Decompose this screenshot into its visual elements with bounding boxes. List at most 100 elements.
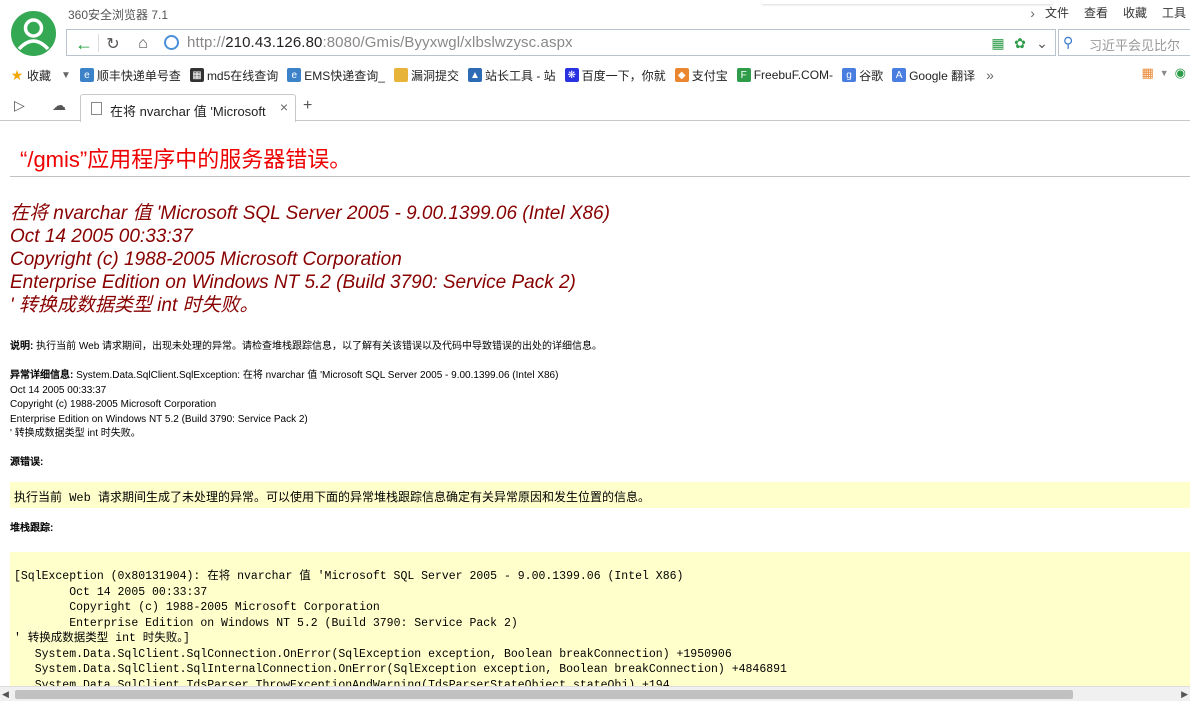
document-icon	[91, 102, 102, 115]
exception-line: System.Data.SqlClient.SqlException: 在将 n…	[73, 370, 559, 381]
error-message: 在将 nvarchar 值 'Microsoft SQL Server 2005…	[10, 202, 610, 317]
tab-title: 在将 nvarchar 值 'Microsoft SQL	[110, 104, 270, 119]
new-tab-icon[interactable]: +	[303, 97, 312, 115]
chevron-down-icon[interactable]: ⌄	[1033, 34, 1051, 52]
search-icon: ⚲	[1063, 34, 1074, 50]
page-title: “/gmis”应用程序中的服务器错误。	[20, 147, 352, 172]
cloud-icon[interactable]: ☁	[52, 97, 66, 114]
bookmark-item[interactable]: ▦ md5在线查询	[189, 67, 279, 84]
bookmark-label: 支付宝	[691, 68, 728, 83]
scroll-left-icon[interactable]: ◀	[2, 689, 9, 700]
top-menu: › 文件 查看 收藏 工具	[1030, 4, 1190, 21]
address-bar[interactable]: ← ↻ ⌂ http://210.43.126.80:8080/Gmis/Byy…	[66, 29, 1056, 56]
description-label: 说明:	[10, 341, 34, 352]
source-error-box: 执行当前 Web 请求期间生成了未处理的异常。可以使用下面的异常堆栈跟踪信息确定…	[10, 482, 1190, 508]
bookmark-item[interactable]: 漏洞提交	[393, 67, 459, 84]
exception-details: 异常详细信息: System.Data.SqlClient.SqlExcepti…	[10, 369, 558, 442]
search-placeholder: 习近平会见比尔	[1089, 38, 1181, 53]
scrollbar-thumb[interactable]	[15, 690, 1073, 699]
source-error-heading: 源错误:	[10, 457, 44, 468]
browser-logo-icon	[9, 9, 58, 58]
bookmark-label: 顺丰快递单号查	[96, 68, 181, 83]
menu-tools[interactable]: 工具	[1162, 4, 1186, 21]
folder-icon	[393, 68, 408, 82]
stack-trace-box: [SqlException (0x80131904): 在将 nvarchar …	[10, 552, 1190, 686]
description: 说明: 执行当前 Web 请求期间，出现未处理的异常。请检查堆栈跟踪信息，以了解…	[10, 340, 602, 355]
sidebar-toggle-icon[interactable]: ▷	[14, 97, 25, 114]
url-scheme: http://	[187, 34, 226, 51]
bookmark-item[interactable]: g 谷歌	[842, 67, 883, 84]
star-icon: ★	[10, 66, 24, 83]
bookmark-label: 百度一下，你就	[581, 68, 666, 83]
menu-file[interactable]: 文件	[1045, 4, 1069, 21]
exception-line: ' 转换成数据类型 int 时失败。	[10, 428, 141, 439]
menu-favorites[interactable]: 收藏	[1123, 4, 1147, 21]
back-arrow-icon[interactable]: ←	[70, 33, 98, 55]
bookmark-item[interactable]: e 顺丰快递单号查	[79, 67, 181, 84]
user-icon[interactable]: ◉	[1175, 65, 1186, 81]
bookmarks-bar: ★ 收藏 ▼ e 顺丰快递单号查 ▦ md5在线查询 e EMS快递查询_ 漏洞提交 …	[0, 62, 1190, 88]
apps-grid-icon[interactable]: ▦	[1141, 65, 1153, 81]
bookmark-icon: e	[287, 68, 302, 82]
bookmark-item[interactable]: e EMS快递查询_	[287, 67, 385, 84]
url-host: 210.43.126.80	[225, 34, 323, 51]
search-box[interactable]: ⚲ 习近平会见比尔	[1058, 29, 1190, 56]
window-shadow	[762, 0, 1052, 4]
error-line: 在将 nvarchar 值 'Microsoft SQL Server 2005…	[10, 203, 610, 224]
bookmark-icon: ◆	[674, 68, 689, 82]
horizontal-scrollbar[interactable]: ◀ ▶	[0, 686, 1190, 701]
favorites-button[interactable]: ★ 收藏 ▼	[10, 67, 71, 84]
bookmark-icon: F	[736, 68, 751, 82]
stack-trace-text: [SqlException (0x80131904): 在将 nvarchar …	[14, 570, 787, 686]
bookmark-label: md5在线查询	[206, 68, 279, 83]
bookmark-label: FreebuF.COM-	[753, 68, 834, 82]
baidu-icon: ❋	[564, 68, 579, 82]
qr-code-icon[interactable]: ▦	[989, 34, 1007, 52]
address-icons: ▦ ✿ ⌄	[989, 34, 1051, 52]
chevron-right-icon[interactable]: ›	[1030, 5, 1035, 21]
exception-line: Oct 14 2005 00:33:37	[10, 384, 107, 396]
error-line: Oct 14 2005 00:33:37	[10, 226, 193, 247]
caret-down-icon[interactable]: ▼	[1160, 68, 1169, 78]
tab-active[interactable]: 在将 nvarchar 值 'Microsoft SQL ×	[80, 94, 296, 122]
error-line: ' 转换成数据类型 int 时失败。	[10, 295, 259, 316]
exception-label: 异常详细信息:	[10, 370, 74, 381]
tab-bar: ▷ ☁ 在将 nvarchar 值 'Microsoft SQL × +	[0, 91, 1190, 122]
speed-mode-icon[interactable]: ✿	[1011, 34, 1029, 52]
bookmark-label: Google 翻译	[909, 68, 976, 83]
bookmark-label: 谷歌	[859, 68, 884, 83]
bookmark-item[interactable]: ◆ 支付宝	[674, 67, 728, 84]
url-rest: :8080/Gmis/Byyxwgl/xlbslwzysc.aspx	[322, 34, 573, 51]
bookmark-icon: ▲	[468, 68, 482, 82]
page-content: “/gmis”应用程序中的服务器错误。 在将 nvarchar 值 'Micro…	[0, 122, 1190, 686]
bookmark-item[interactable]: ❋ 百度一下，你就	[564, 67, 666, 84]
bookmark-tools: ▦ ▼ ◉	[1141, 65, 1186, 81]
stack-trace-label: 堆栈跟踪:	[10, 522, 53, 537]
description-text: 执行当前 Web 请求期间，出现未处理的异常。请检查堆栈跟踪信息，以了解有关该错…	[33, 341, 603, 352]
exception-line: Copyright (c) 1988-2005 Microsoft Corpor…	[10, 399, 217, 410]
caret-down-icon: ▼	[61, 69, 71, 81]
error-line: Copyright (c) 1988-2005 Microsoft Corpor…	[10, 249, 402, 270]
url-text[interactable]: http://210.43.126.80:8080/Gmis/Byyxwgl/x…	[187, 34, 573, 51]
globe-icon	[164, 35, 179, 50]
menu-view[interactable]: 查看	[1084, 4, 1108, 21]
refresh-icon[interactable]: ↻	[99, 33, 127, 55]
bookmark-label: 站长工具 - 站	[485, 68, 556, 83]
bookmark-item[interactable]: F FreebuF.COM-	[736, 68, 834, 82]
source-error-text: 执行当前 Web 请求期间生成了未处理的异常。可以使用下面的异常堆栈跟踪信息确定…	[14, 491, 651, 505]
google-icon: g	[842, 68, 857, 82]
bookmark-icon: e	[79, 68, 94, 82]
home-icon[interactable]: ⌂	[129, 33, 157, 55]
app-title: 360安全浏览器 7.1	[68, 8, 169, 22]
close-icon[interactable]: ×	[280, 99, 288, 115]
bookmark-item[interactable]: ▲ 站长工具 - 站	[468, 67, 556, 84]
bookmark-item[interactable]: A Google 翻译	[892, 67, 975, 84]
title-bar: 360安全浏览器 7.1 › 文件 查看 收藏 工具	[0, 0, 1190, 58]
bookmark-icon: ▦	[189, 68, 204, 82]
more-bookmarks-icon[interactable]: »	[986, 67, 994, 83]
error-line: Enterprise Edition on Windows NT 5.2 (Bu…	[10, 272, 576, 293]
divider	[10, 176, 1190, 177]
exception-line: Enterprise Edition on Windows NT 5.2 (Bu…	[10, 413, 308, 425]
address-row: ← ↻ ⌂ http://210.43.126.80:8080/Gmis/Byy…	[0, 28, 1190, 58]
scroll-right-icon[interactable]: ▶	[1181, 689, 1188, 700]
